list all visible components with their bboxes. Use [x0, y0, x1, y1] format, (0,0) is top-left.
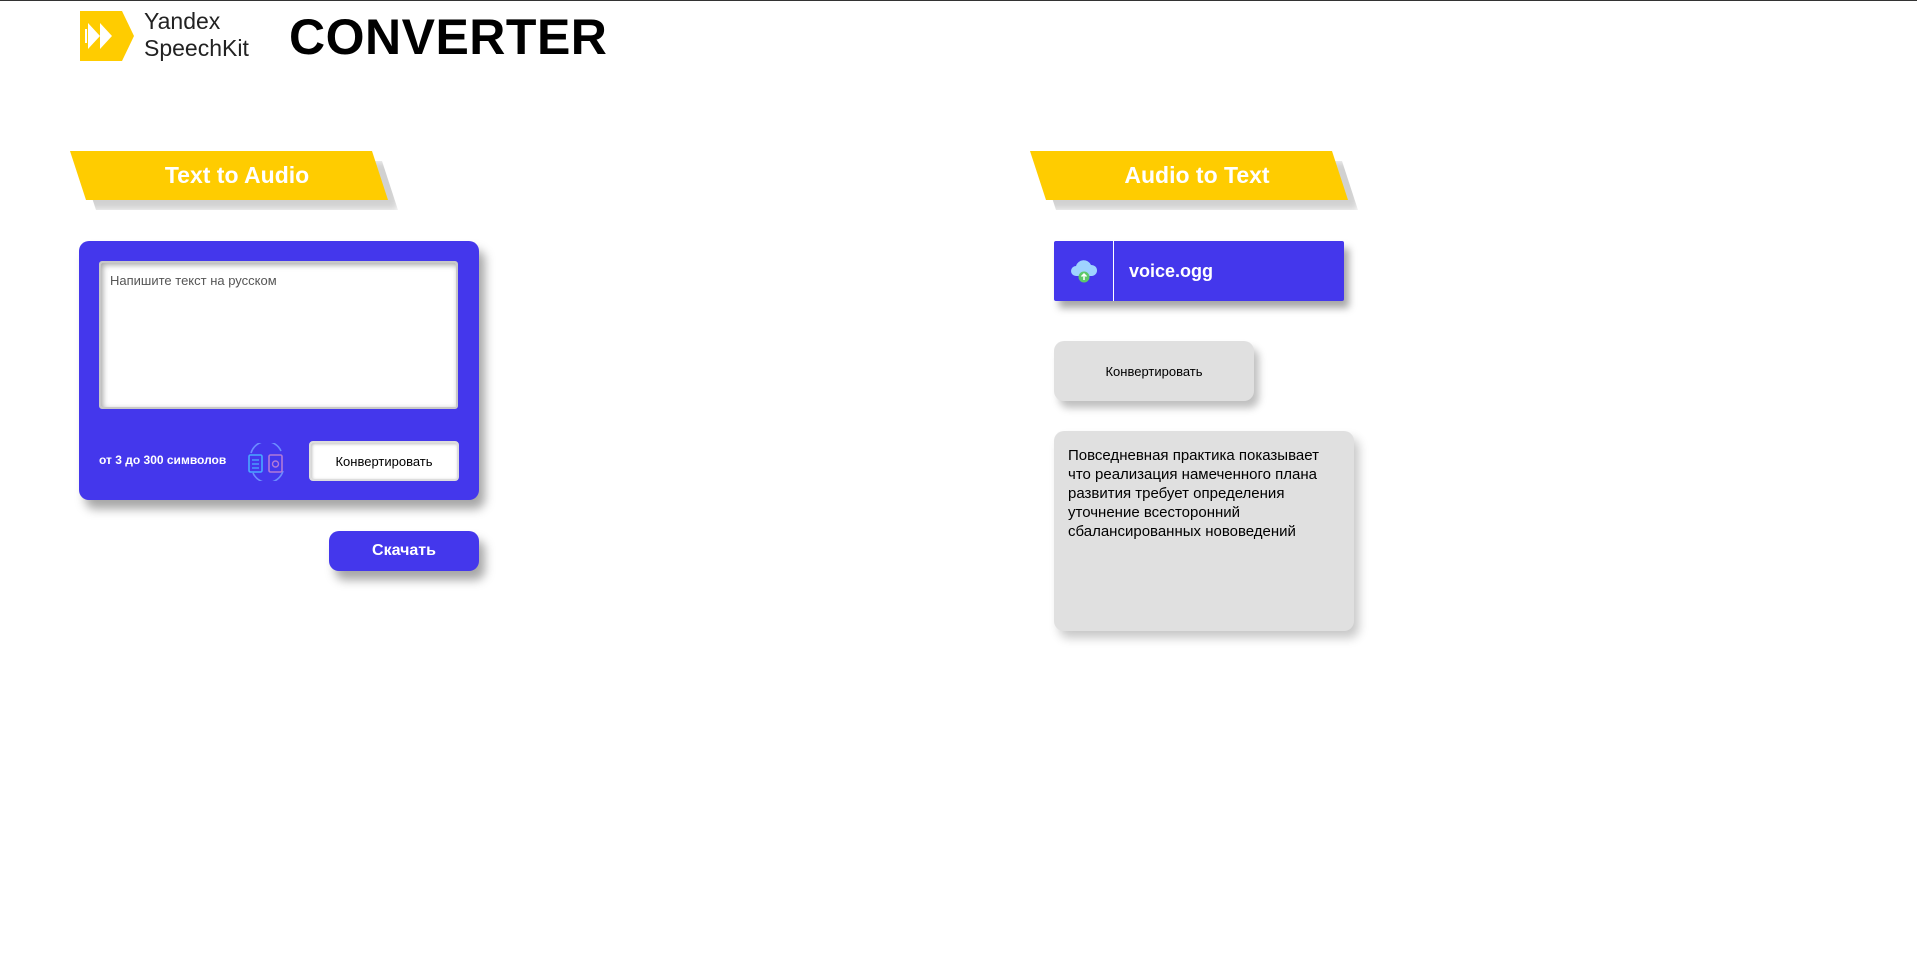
upload-icon-cell — [1054, 241, 1114, 301]
download-button[interactable]: Скачать — [329, 531, 479, 571]
brand-line-yandex: Yandex — [144, 8, 221, 34]
page-title: CONVERTER — [289, 9, 608, 65]
audio-to-text-heading: Audio to Text — [1124, 162, 1270, 188]
audio-to-text-convert-button[interactable]: Конвертировать — [1054, 341, 1254, 401]
text-to-audio-banner: Text to Audio — [70, 151, 398, 210]
text-to-audio-convert-button[interactable]: Конвертировать — [309, 441, 459, 481]
text-to-audio-heading: Text to Audio — [164, 162, 310, 188]
brand-name: Yandex SpeechKit — [144, 8, 249, 62]
audio-to-text-banner: Audio to Text — [1030, 151, 1358, 210]
top-border — [0, 0, 1917, 1]
text-to-audio-card: от 3 до 300 символов Конвертировать — [79, 241, 479, 500]
cloud-upload-icon — [1071, 260, 1098, 283]
speechkit-logo-icon — [80, 11, 134, 61]
audio-file-upload[interactable]: voice.ogg — [1054, 241, 1344, 301]
selected-file-name: voice.ogg — [1129, 261, 1214, 281]
text-input[interactable] — [99, 261, 458, 409]
character-limit-hint: от 3 до 300 символов — [99, 453, 227, 467]
brand-line-speechkit: SpeechKit — [144, 35, 249, 61]
transcription-result: Повседневная практика показывает что реа… — [1054, 431, 1354, 631]
text-to-audio-convert-icon — [248, 443, 284, 481]
